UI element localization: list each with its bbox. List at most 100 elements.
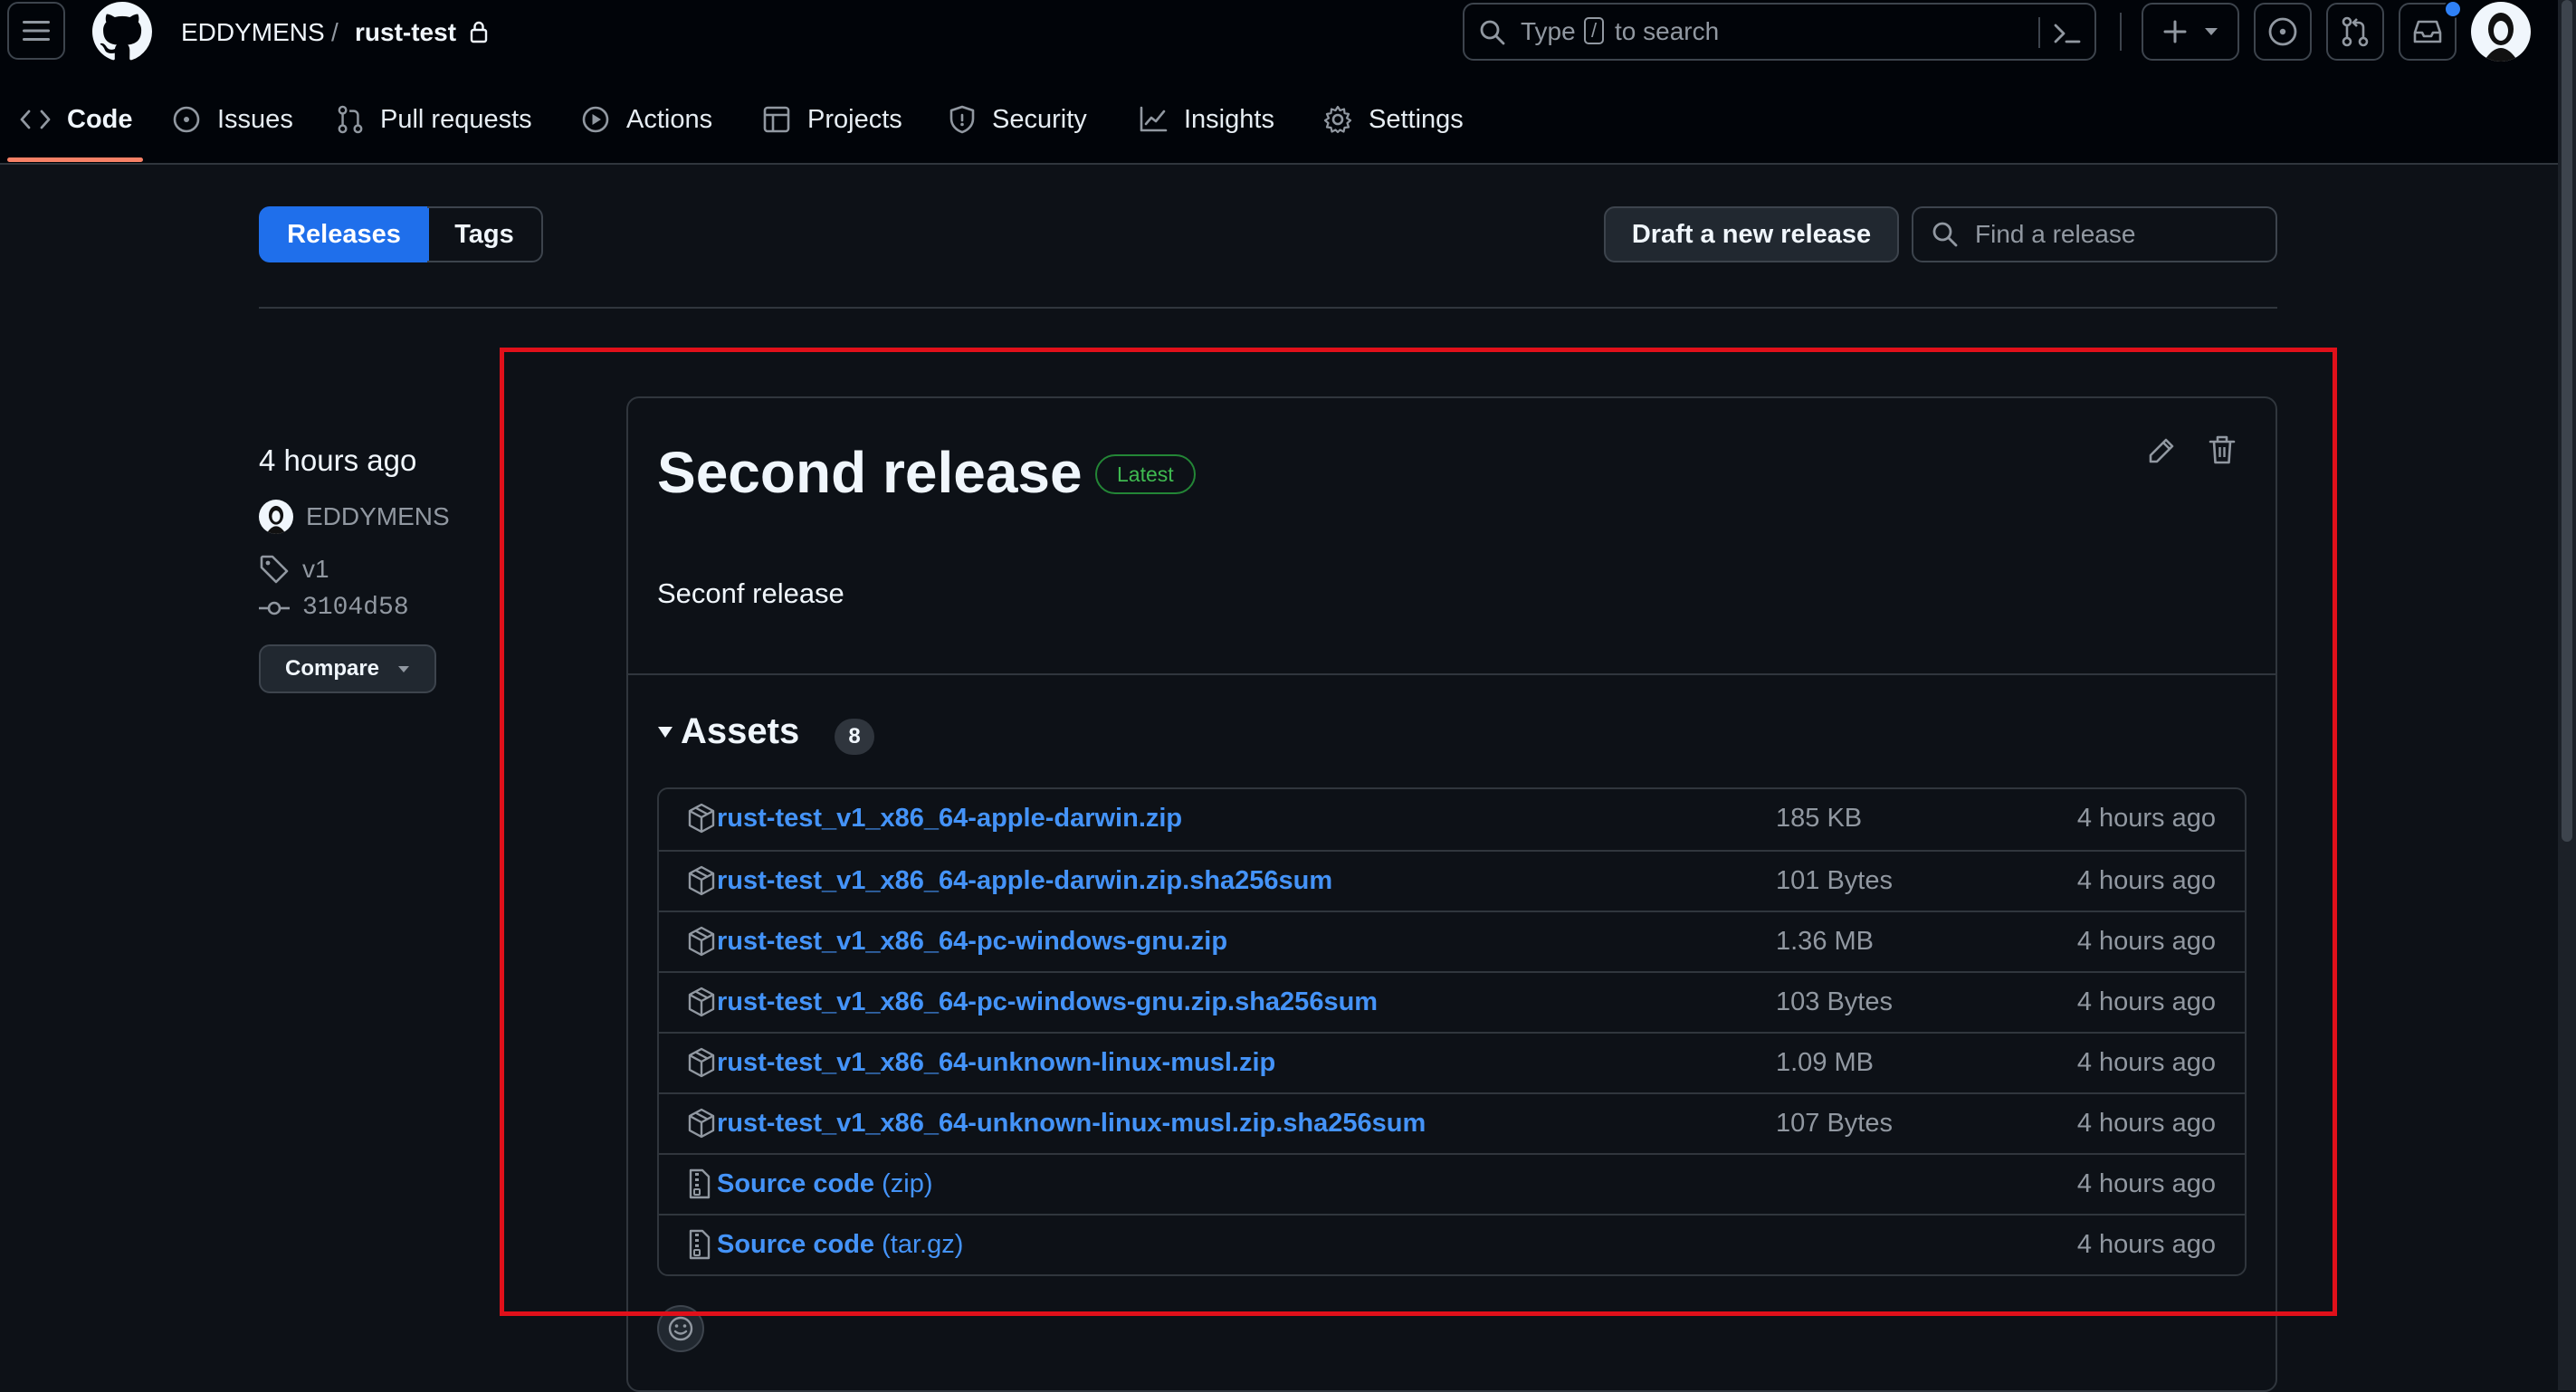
- asset-size: 101 Bytes: [1776, 866, 1893, 895]
- tab-projects[interactable]: Projects: [762, 98, 902, 141]
- table-icon: [763, 106, 790, 133]
- tag-icon: [260, 555, 289, 584]
- search-prefix: Type: [1521, 17, 1576, 45]
- global-search-input[interactable]: Type / to search: [1463, 3, 2096, 61]
- search-icon: [1480, 20, 1505, 45]
- asset-time: 4 hours ago: [2076, 1230, 2216, 1259]
- tab-insights[interactable]: Insights: [1139, 98, 1274, 141]
- package-icon: [688, 803, 715, 834]
- asset-row[interactable]: rust-test_v1_x86_64-unknown-linux-musl.z…: [659, 1032, 2245, 1092]
- asset-size: 185 KB: [1776, 804, 1863, 833]
- asset-link[interactable]: rust-test_v1_x86_64-apple-darwin.zip: [717, 804, 1182, 834]
- asset-time: 4 hours ago: [2076, 866, 2216, 895]
- page-scrollbar-thumb[interactable]: [2562, 0, 2572, 842]
- triangle-down-icon: [2204, 28, 2218, 35]
- draft-new-release-button[interactable]: Draft a new release: [1604, 206, 1899, 262]
- git-commit-icon: [259, 601, 290, 615]
- asset-time: 4 hours ago: [2076, 804, 2216, 833]
- asset-link[interactable]: rust-test_v1_x86_64-apple-darwin.zip.sha…: [717, 866, 1332, 896]
- add-reaction-button[interactable]: [657, 1305, 704, 1352]
- release-author[interactable]: EDDYMENS: [259, 500, 450, 534]
- asset-row[interactable]: rust-test_v1_x86_64-pc-windows-gnu.zip.s…: [659, 971, 2245, 1032]
- asset-row[interactable]: Source code (tar.gz) 4 hours ago: [659, 1214, 2245, 1274]
- release-body: Seconf release: [657, 577, 844, 609]
- compare-button[interactable]: Compare: [259, 644, 436, 693]
- breadcrumb-repo[interactable]: rust-test: [355, 16, 456, 49]
- create-new-button[interactable]: [2142, 3, 2239, 61]
- shield-icon: [949, 105, 975, 134]
- assets-count-badge: 8: [835, 719, 874, 755]
- graph-icon: [1140, 106, 1168, 132]
- issue-opened-icon: [2268, 17, 2297, 46]
- package-icon: [688, 926, 715, 957]
- tab-pull-requests[interactable]: Pull requests: [337, 98, 532, 141]
- your-issues-button[interactable]: [2254, 3, 2312, 61]
- tab-tags[interactable]: Tags: [427, 206, 543, 262]
- asset-time: 4 hours ago: [2076, 927, 2216, 956]
- tab-actions-label: Actions: [626, 104, 713, 134]
- breadcrumb-owner[interactable]: EDDYMENS: [181, 16, 325, 49]
- assets-list: rust-test_v1_x86_64-apple-darwin.zip 185…: [657, 787, 2247, 1276]
- find-release-input[interactable]: Find a release: [1912, 206, 2277, 262]
- asset-row[interactable]: rust-test_v1_x86_64-apple-darwin.zip.sha…: [659, 850, 2245, 911]
- search-suffix: to search: [1615, 17, 1720, 45]
- user-avatar[interactable]: [2471, 2, 2531, 62]
- package-icon: [688, 987, 715, 1017]
- your-pull-requests-button[interactable]: [2326, 3, 2384, 61]
- tab-insights-label: Insights: [1184, 104, 1274, 134]
- asset-link[interactable]: Source code (tar.gz): [717, 1230, 963, 1260]
- asset-link[interactable]: Source code (zip): [717, 1169, 933, 1199]
- asset-row[interactable]: rust-test_v1_x86_64-apple-darwin.zip 185…: [659, 789, 2245, 850]
- release-body-divider: [628, 673, 2275, 675]
- asset-link[interactable]: rust-test_v1_x86_64-unknown-linux-musl.z…: [717, 1048, 1275, 1078]
- hamburger-icon: [23, 21, 50, 41]
- menu-button[interactable]: [7, 2, 65, 60]
- asset-row[interactable]: rust-test_v1_x86_64-unknown-linux-musl.z…: [659, 1092, 2245, 1153]
- package-icon: [688, 1047, 715, 1078]
- asset-row[interactable]: rust-test_v1_x86_64-pc-windows-gnu.zip 1…: [659, 911, 2245, 971]
- package-icon: [688, 1108, 715, 1139]
- latest-badge: Latest: [1095, 454, 1196, 494]
- git-pull-request-icon: [2342, 16, 2369, 47]
- tab-security[interactable]: Security: [949, 98, 1087, 141]
- asset-link[interactable]: rust-test_v1_x86_64-unknown-linux-musl.z…: [717, 1109, 1426, 1139]
- asset-size: 107 Bytes: [1776, 1109, 1893, 1138]
- tab-releases[interactable]: Releases: [259, 206, 429, 262]
- release-commit[interactable]: 3104d58: [259, 594, 409, 622]
- tab-settings[interactable]: Settings: [1323, 98, 1464, 141]
- compare-label: Compare: [284, 656, 380, 681]
- subnav-divider: [259, 307, 2277, 309]
- code-icon: [20, 110, 51, 129]
- release-tag[interactable]: v1: [259, 554, 329, 585]
- tab-issues[interactable]: Issues: [172, 98, 293, 141]
- release-title[interactable]: Second release: [657, 438, 1083, 507]
- plus-icon: [2163, 20, 2186, 43]
- edit-pencil-icon[interactable]: [2147, 436, 2176, 465]
- file-zip-icon: [689, 1229, 711, 1260]
- trash-icon[interactable]: [2209, 434, 2236, 465]
- triangle-down-icon: [398, 665, 410, 672]
- asset-link[interactable]: rust-test_v1_x86_64-pc-windows-gnu.zip.s…: [717, 987, 1378, 1017]
- github-logo-icon[interactable]: [92, 2, 152, 62]
- package-icon: [688, 865, 715, 896]
- search-shortcut-key: /: [1584, 17, 1604, 44]
- tab-security-label: Security: [992, 104, 1087, 134]
- command-palette-icon[interactable]: [2053, 21, 2082, 46]
- search-icon: [1932, 222, 1958, 247]
- assets-toggle[interactable]: Assets: [657, 711, 799, 752]
- asset-link[interactable]: rust-test_v1_x86_64-pc-windows-gnu.zip: [717, 927, 1227, 957]
- active-tab-indicator: [7, 157, 143, 162]
- tab-issues-label: Issues: [217, 104, 293, 134]
- tab-code[interactable]: Code: [20, 98, 133, 141]
- asset-size: 1.36 MB: [1776, 927, 1874, 956]
- git-pull-request-icon: [338, 105, 363, 134]
- commit-sha: 3104d58: [302, 594, 409, 622]
- tab-actions[interactable]: Actions: [581, 98, 712, 141]
- asset-size: 1.09 MB: [1776, 1048, 1874, 1077]
- lock-icon: [470, 21, 488, 43]
- breadcrumb-separator: /: [331, 18, 339, 46]
- asset-row[interactable]: Source code (zip) 4 hours ago: [659, 1153, 2245, 1214]
- tab-pull-requests-label: Pull requests: [380, 104, 532, 134]
- play-icon: [582, 106, 609, 133]
- tag-name: v1: [302, 555, 329, 583]
